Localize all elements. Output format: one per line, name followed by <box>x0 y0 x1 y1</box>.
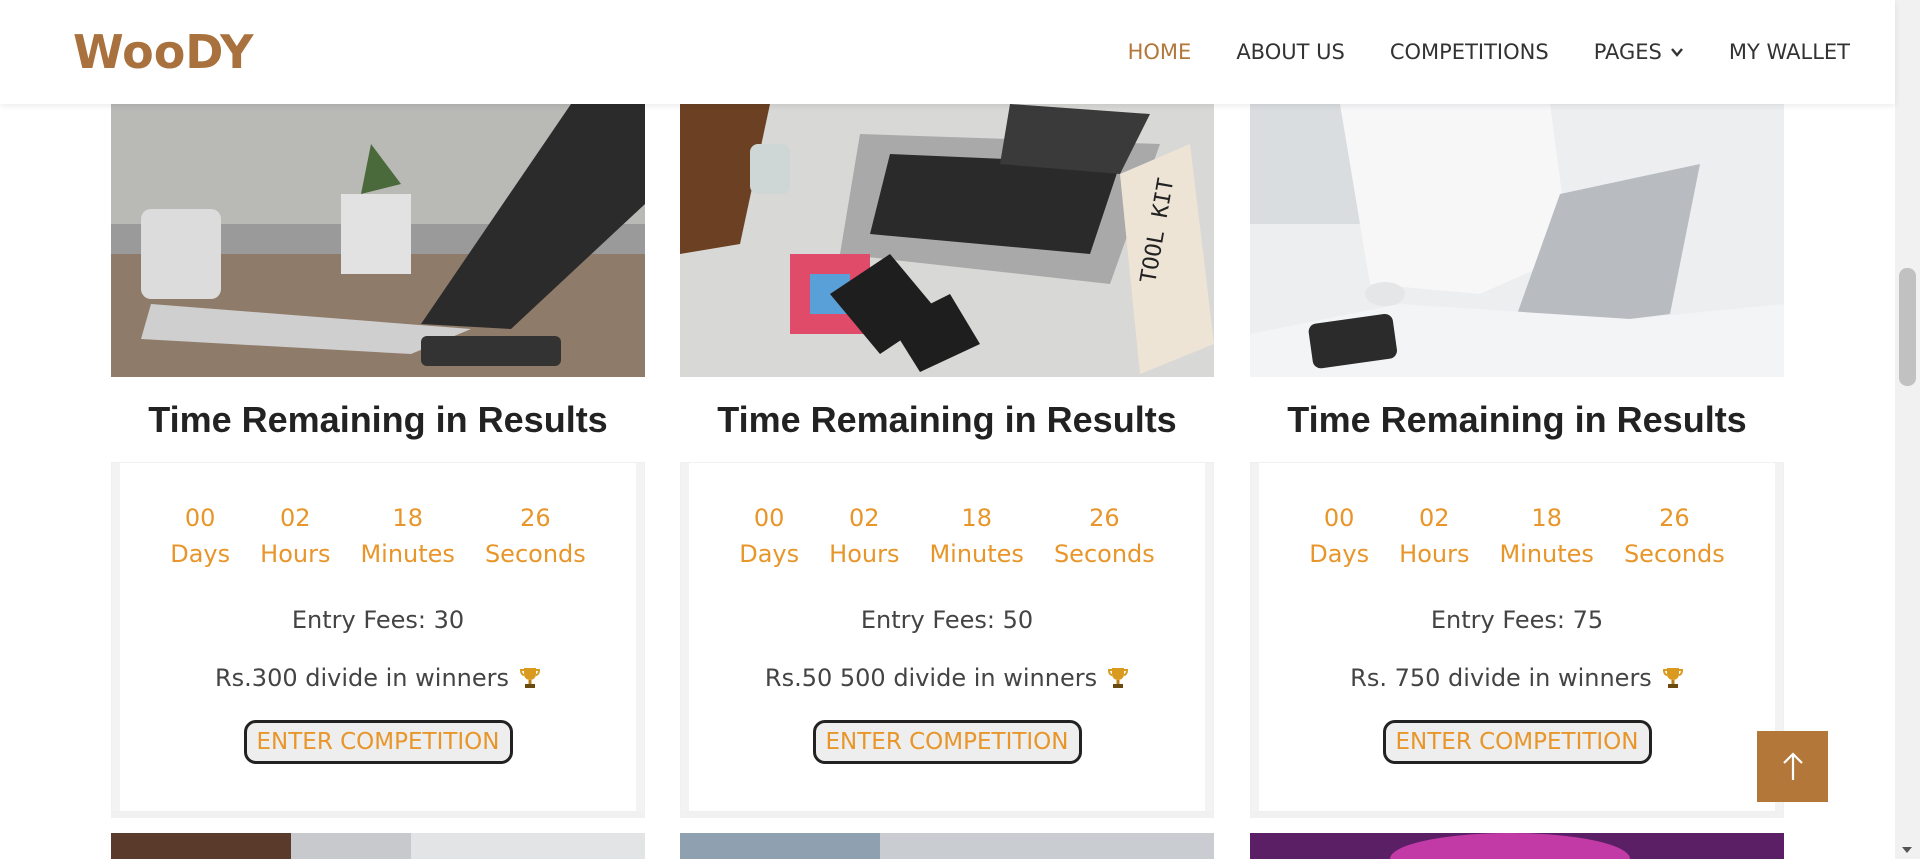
trophy-icon <box>1108 668 1129 688</box>
design-laptop-photo-icon: TOOL KIT <box>680 104 1214 377</box>
nav-about-us[interactable]: ABOUT US <box>1236 40 1345 64</box>
timer-value: 00 <box>184 504 216 532</box>
trophy-icon <box>1662 668 1683 688</box>
card-image: TOOL KIT <box>680 104 1214 377</box>
timer-value: 26 <box>520 504 551 532</box>
scroll-down-icon[interactable] <box>1902 847 1912 853</box>
timer-value: 18 <box>392 504 423 532</box>
competition-card: Time Remaining in Results 00 Days 02 Hours… <box>1250 104 1784 812</box>
card-image <box>1250 104 1784 377</box>
next-card-image <box>111 833 645 859</box>
timer-value: 26 <box>1659 504 1690 532</box>
timer-value: 02 <box>280 504 311 532</box>
timer-minutes: 18 Minutes <box>929 500 1023 572</box>
nav-about-label: ABOUT US <box>1236 40 1345 64</box>
timer-seconds: 26 Seconds <box>485 500 586 572</box>
card-body: 00 Days 02 Hours 18 Minutes 26 Seconds Entry… <box>111 462 645 812</box>
next-card-photo-icon <box>111 833 645 859</box>
nav-pages-dropdown[interactable]: PAGES <box>1594 40 1684 64</box>
nav-home[interactable]: HOME <box>1128 40 1192 64</box>
card-body: 00 Days 02 Hours 18 Minutes 26 Seconds Entry… <box>1250 462 1784 812</box>
timer-unit-label: Minutes <box>360 540 455 568</box>
timer-unit-label: Days <box>170 540 231 568</box>
nav-pages-label: PAGES <box>1593 40 1662 64</box>
timer-value: 02 <box>1419 504 1450 532</box>
site-logo[interactable]: WooDY <box>73 25 253 79</box>
timer-days: 00 Days <box>1309 500 1369 572</box>
page-scrollbar[interactable] <box>1895 0 1920 859</box>
timer-days: 00 Days <box>170 500 230 572</box>
main-nav: HOME ABOUT US COMPETITIONS PAGES MY WALL… <box>1128 40 1850 64</box>
timer-value: 00 <box>753 504 785 532</box>
timer-minutes: 18 Minutes <box>1499 500 1593 572</box>
timer-value: 00 <box>1323 504 1355 532</box>
countdown-timer: 00 Days 02 Hours 18 Minutes 26 Seconds <box>681 463 1213 572</box>
nav-my-wallet[interactable]: MY WALLET <box>1729 40 1850 64</box>
arrow-up-icon <box>1782 751 1803 780</box>
entry-fee: Entry Fees: 50 <box>860 606 1034 634</box>
nav-competitions[interactable]: COMPETITIONS <box>1390 40 1549 64</box>
enter-competition-button[interactable]: ENTER COMPETITION <box>1382 720 1652 764</box>
site-header: WooDY HOME ABOUT US COMPETITIONS PAGES M… <box>0 0 1895 104</box>
next-card-photo-icon <box>680 833 1214 859</box>
next-card-image <box>680 833 1214 859</box>
timer-unit-label: Seconds <box>1053 540 1155 568</box>
prize-text: Rs. 750 divide in winners <box>1251 664 1783 692</box>
timer-unit-label: Seconds <box>484 540 586 568</box>
competition-card: TOOL KIT Time Remaining in Results 00 Day… <box>680 104 1214 812</box>
prize-label: Rs. 750 divide in winners <box>1350 664 1652 692</box>
scrollbar-thumb[interactable] <box>1899 268 1916 386</box>
nav-competitions-label: COMPETITIONS <box>1389 40 1549 64</box>
prize-text: Rs.300 divide in winners <box>112 664 644 692</box>
card-title: Time Remaining in Results <box>148 399 608 440</box>
timer-value: 02 <box>849 504 880 532</box>
timer-seconds: 26 Seconds <box>1624 500 1725 572</box>
timer-unit-label: Hours <box>260 540 331 568</box>
enter-competition-button[interactable]: ENTER COMPETITION <box>812 720 1082 764</box>
laptop-desk-photo-icon <box>111 104 645 377</box>
prize-label: Rs.50 500 divide in winners <box>764 664 1098 692</box>
card-body: 00 Days 02 Hours 18 Minutes 26 Seconds Entry… <box>680 462 1214 812</box>
timer-unit-label: Minutes <box>929 540 1024 568</box>
back-to-top-button[interactable] <box>1757 731 1828 802</box>
nav-wallet-label: MY WALLET <box>1728 40 1850 64</box>
timer-seconds: 26 Seconds <box>1054 500 1155 572</box>
timer-minutes: 18 Minutes <box>360 500 454 572</box>
card-title: Time Remaining in Results <box>717 399 1177 440</box>
prize-text: Rs.50 500 divide in winners <box>681 664 1213 692</box>
prize-label: Rs.300 divide in winners <box>214 664 509 692</box>
chevron-down-icon <box>1670 48 1683 57</box>
timer-value: 26 <box>1089 504 1120 532</box>
timer-value: 18 <box>961 504 992 532</box>
card-image <box>111 104 645 377</box>
nav-home-label: HOME <box>1127 40 1192 64</box>
enter-competition-button[interactable]: ENTER COMPETITION <box>243 720 513 764</box>
timer-hours: 02 Hours <box>260 500 330 572</box>
timer-hours: 02 Hours <box>829 500 899 572</box>
timer-days: 00 Days <box>739 500 799 572</box>
competition-card: Time Remaining in Results 00 Days 02 Hours… <box>111 104 645 812</box>
next-card-image <box>1250 833 1784 859</box>
countdown-timer: 00 Days 02 Hours 18 Minutes 26 Seconds <box>1251 463 1783 572</box>
timer-unit-label: Hours <box>1399 540 1470 568</box>
entry-fee: Entry Fees: 30 <box>291 606 465 634</box>
trophy-icon <box>519 668 541 688</box>
timer-unit-label: Minutes <box>1499 540 1594 568</box>
timer-hours: 02 Hours <box>1399 500 1469 572</box>
timer-unit-label: Seconds <box>1623 540 1725 568</box>
card-title: Time Remaining in Results <box>1287 399 1747 440</box>
timer-unit-label: Hours <box>829 540 900 568</box>
timer-unit-label: Days <box>1309 540 1370 568</box>
woman-laptop-photo-icon <box>1250 104 1784 377</box>
timer-value: 18 <box>1531 504 1562 532</box>
countdown-timer: 00 Days 02 Hours 18 Minutes 26 Seconds <box>112 463 644 572</box>
entry-fee: Entry Fees: 75 <box>1430 606 1604 634</box>
timer-unit-label: Days <box>739 540 800 568</box>
next-card-photo-icon <box>1250 833 1784 859</box>
